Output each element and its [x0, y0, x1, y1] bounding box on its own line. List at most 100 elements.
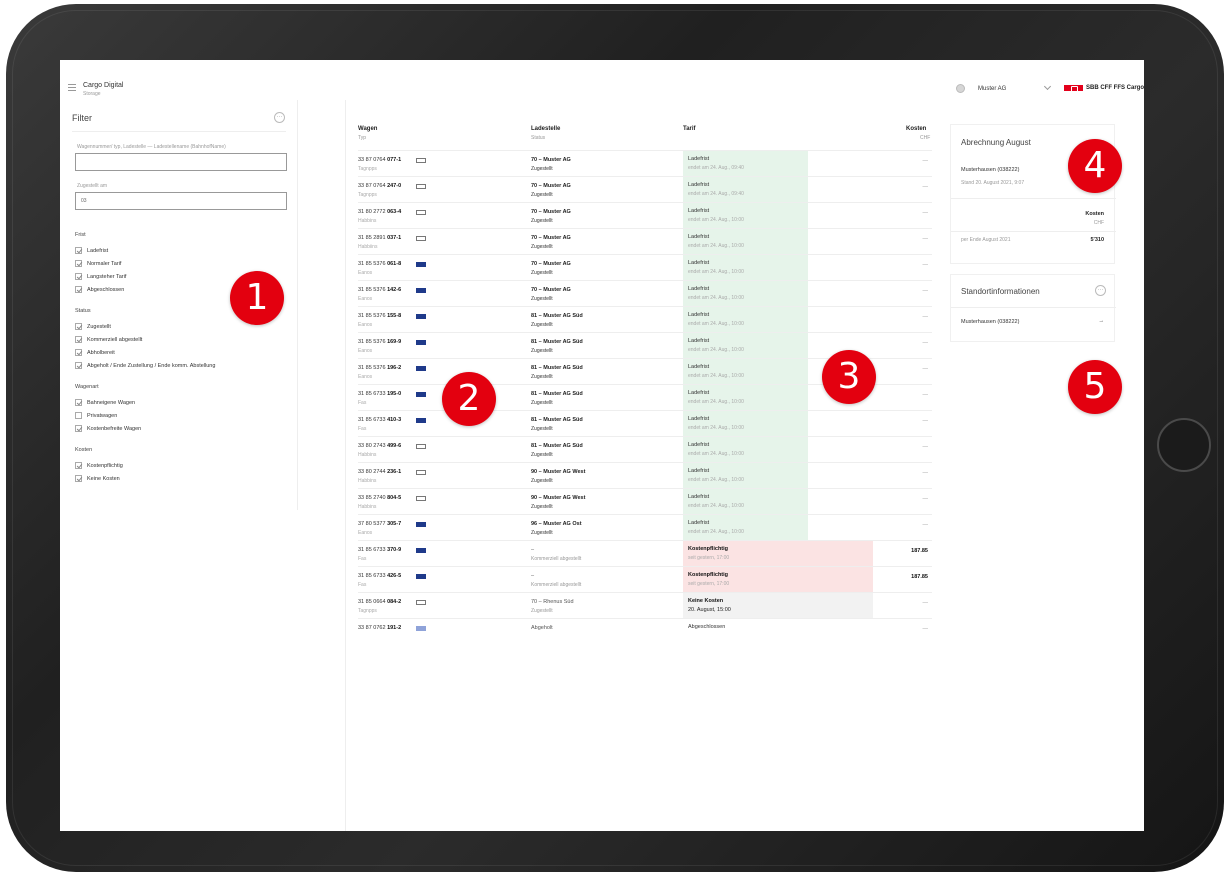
tarif-cell: Ladefrist endet am 24. Aug., 10:00	[683, 281, 808, 306]
checkbox-checked-icon[interactable]	[75, 362, 82, 369]
table-row[interactable]: 31 85 0664 084-2 Tagnpps 70 – Rhenus Süd Zu…	[358, 592, 932, 618]
tarif-cell: Ladefrist endet am 24. Aug., 10:00	[683, 489, 808, 514]
wagon-type: Fas	[358, 426, 367, 432]
sbb-logo-icon	[1064, 85, 1083, 92]
loading-station: –	[531, 573, 535, 579]
checkbox-checked-icon[interactable]	[75, 336, 82, 343]
wagon-number-suffix: 037-1	[387, 235, 402, 241]
table-row[interactable]: 31 85 6733 426-5 Fas – Kommerziell abgestel…	[358, 566, 932, 592]
arrow-right-icon[interactable]: →	[1099, 318, 1105, 324]
filter-more-button[interactable]: ···	[274, 112, 285, 123]
checkbox-unchecked-icon[interactable]	[75, 412, 82, 419]
tarif-cell: Kostenpflichtig seit gestern, 17:00	[683, 541, 873, 566]
cost-value: —	[922, 496, 929, 502]
header-tarif[interactable]: Tarif	[683, 126, 696, 132]
billing-period-label: per Ende August 2021	[961, 237, 1011, 243]
search-input[interactable]	[75, 153, 287, 171]
wagon-number: 31 85 6733 370-9	[358, 547, 401, 553]
marker-3: 3	[822, 350, 876, 404]
wagon-status: Zugestellt	[531, 478, 553, 484]
user-avatar-icon[interactable]	[956, 84, 965, 93]
tarif-deadline: endet am 24. Aug., 10:00	[688, 503, 744, 509]
wagon-type: Eanos	[358, 348, 373, 354]
table-row[interactable]: 31 80 2772 063-4 Habbins 70 – Muster AG Zug…	[358, 202, 932, 228]
checkbox-checked-icon[interactable]	[75, 462, 82, 469]
location-info-item[interactable]: Musterhausen (038222)	[961, 319, 1019, 325]
checkbox-checked-icon[interactable]	[75, 260, 82, 267]
filter-group-label: Kosten	[75, 447, 93, 453]
location-info-more-button[interactable]: ···	[1095, 285, 1106, 296]
wagon-status: Zugestellt	[531, 452, 553, 458]
tarif-label: Ladefrist	[688, 442, 710, 448]
billing-title: Abrechnung August	[961, 138, 1031, 147]
wagon-number-prefix: 31 85 5376	[358, 261, 386, 267]
table-row[interactable]: 31 85 2891 037-1 Habbiins 70 – Muster AG Zu…	[358, 228, 932, 254]
loading-station: 81 – Muster AG Süd	[531, 313, 583, 319]
wagon-number-prefix: 31 85 5376	[358, 339, 386, 345]
table-row[interactable]: 33 87 0762 191-2 Abgeholt Abgeschlossen —	[358, 618, 932, 644]
filter-checkbox-label: Bahneigene Wagen	[87, 400, 136, 406]
cost-value: —	[922, 522, 929, 528]
tarif-label: Ladefrist	[688, 390, 710, 396]
table-row[interactable]: 31 85 5376 061-8 Eanos 70 – Muster AG Zuges…	[358, 254, 932, 280]
wagon-empty-icon	[416, 236, 426, 241]
tarif-deadline: endet am 24. Aug., 10:00	[688, 425, 744, 431]
home-button[interactable]	[1157, 418, 1211, 472]
wagon-status: Zugestellt	[531, 270, 553, 276]
table-row[interactable]: 31 85 5376 142-6 Eanos 70 – Muster AG Zuges…	[358, 280, 932, 306]
checkbox-checked-icon[interactable]	[75, 475, 82, 482]
wagon-number: 31 85 5376 196-2	[358, 365, 401, 371]
checkbox-checked-icon[interactable]	[75, 323, 82, 330]
table-row[interactable]: 31 85 5376 155-8 Eanos 81 – Muster AG Süd Z…	[358, 306, 932, 332]
table-row[interactable]: 31 85 6733 410-3 Fas 81 – Muster AG Süd Zug…	[358, 410, 932, 436]
filter-group-label: Wagenart	[75, 384, 99, 390]
checkbox-checked-icon[interactable]	[75, 286, 82, 293]
header-wagen[interactable]: Wagen	[358, 126, 377, 132]
loading-station: Abgeholt	[531, 625, 553, 631]
wagon-number: 33 85 2740 804-5	[358, 495, 401, 501]
cost-value: —	[922, 340, 929, 346]
wagon-filled-icon	[416, 574, 426, 579]
chevron-down-icon[interactable]	[1043, 82, 1052, 91]
table-row[interactable]: 33 80 2743 499-6 Habbins 81 – Muster AG Sü…	[358, 436, 932, 462]
wagon-empty-icon	[416, 184, 426, 189]
wagon-number-prefix: 31 85 5376	[358, 365, 386, 371]
table-row[interactable]: 33 87 0764 077-1 Tagnpps 70 – Muster AG Zug…	[358, 150, 932, 176]
wagon-number-suffix: 247-0	[387, 183, 402, 189]
loading-station: –	[531, 547, 535, 553]
header-ladestelle[interactable]: Ladestelle	[531, 126, 560, 132]
filter-checkbox-label: Abholbereit	[87, 350, 115, 356]
header-kosten[interactable]: Kosten	[906, 126, 926, 132]
wagon-number: 31 85 0664 084-2	[358, 599, 401, 605]
checkbox-checked-icon[interactable]	[75, 273, 82, 280]
checkbox-checked-icon[interactable]	[75, 399, 82, 406]
loading-station: 70 – Muster AG	[531, 157, 571, 163]
table-row[interactable]: 33 85 2740 804-5 Habbins 90 – Muster AG We…	[358, 488, 932, 514]
header-typ: Typ	[358, 135, 367, 141]
tarif-cell: Ladefrist endet am 24. Aug., 10:00	[683, 333, 808, 358]
wagon-number: 31 85 5376 061-8	[358, 261, 401, 267]
wagon-type: Eanos	[358, 530, 373, 536]
table-row[interactable]: 33 87 0764 247-0 Tagnpps 70 – Muster AG Zug…	[358, 176, 932, 202]
checkbox-checked-icon[interactable]	[75, 247, 82, 254]
date-input[interactable]: 03	[75, 192, 287, 210]
wagon-type: Fas	[358, 582, 367, 588]
brand-name: SBB CFF FFS Cargo	[1086, 85, 1144, 91]
company-selector[interactable]: Muster AG	[978, 86, 1006, 92]
hamburger-menu-icon[interactable]	[68, 84, 76, 91]
cost-value: —	[922, 418, 929, 424]
wagon-number-prefix: 31 85 5376	[358, 313, 386, 319]
wagon-status: Zugestellt	[531, 426, 553, 432]
checkbox-checked-icon[interactable]	[75, 425, 82, 432]
app-title: Cargo Digital	[83, 82, 124, 89]
tarif-label: Ladefrist	[688, 338, 710, 344]
table-row[interactable]: 37 80 5377 305-7 Eanos 96 – Muster AG Ost Z…	[358, 514, 932, 540]
table-row[interactable]: 31 85 6733 370-9 Fas – Kommerziell abgestel…	[358, 540, 932, 566]
loading-station: 70 – Muster AG	[531, 287, 571, 293]
wagon-status: Zugestellt	[531, 218, 553, 224]
loading-station: 81 – Muster AG Süd	[531, 417, 583, 423]
checkbox-checked-icon[interactable]	[75, 349, 82, 356]
table-row[interactable]: 33 80 2744 236-1 Habbins 90 – Muster AG We…	[358, 462, 932, 488]
wagon-status: Zugestellt	[531, 192, 553, 198]
cost-value: —	[922, 470, 929, 476]
